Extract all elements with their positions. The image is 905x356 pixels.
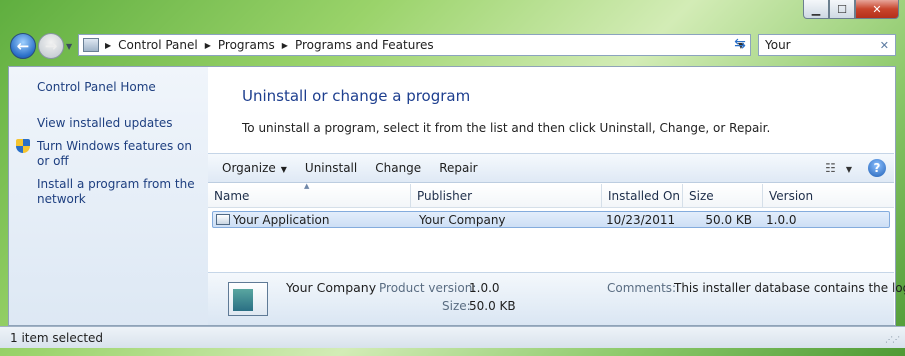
main-pane: Uninstall or change a program To uninsta… xyxy=(208,67,905,325)
column-header-publisher[interactable]: Publisher xyxy=(411,184,602,207)
chevron-down-icon: ▼ xyxy=(845,165,852,174)
clear-search-icon[interactable]: ✕ xyxy=(880,39,889,52)
details-publisher: Your Company xyxy=(286,280,377,295)
cell-version: 1.0.0 xyxy=(766,212,797,227)
page-instructions: To uninstall a program, select it from t… xyxy=(242,121,771,135)
table-row[interactable]: Your Application Your Company 10/23/2011… xyxy=(212,211,890,228)
cell-size: 50.0 KB xyxy=(705,212,752,227)
chevron-right-icon[interactable]: ▶ xyxy=(205,41,211,50)
change-button[interactable]: Change xyxy=(366,161,430,175)
minimize-button[interactable]: ▁ xyxy=(803,0,829,19)
application-icon xyxy=(216,213,230,225)
programs-and-features-window: ▁ ☐ ✕ ← → ▼ ▶ Control Panel ▶ Programs ▶… xyxy=(0,0,905,356)
column-header-installed-on[interactable]: Installed On xyxy=(602,184,683,207)
change-view-button[interactable]: ☷ ▼ xyxy=(825,161,852,175)
uninstall-button[interactable]: Uninstall xyxy=(296,161,366,175)
recent-pages-dropdown-icon[interactable]: ▼ xyxy=(66,42,72,51)
sidebar-item-windows-features[interactable]: Turn Windows features on or off xyxy=(37,139,202,169)
details-view-icon: ☷ xyxy=(825,161,836,175)
column-header-size[interactable]: Size xyxy=(683,184,763,207)
back-button[interactable]: ← xyxy=(10,33,36,59)
help-icon[interactable]: ? xyxy=(868,159,886,177)
search-value[interactable]: Your xyxy=(765,38,791,52)
refresh-icon[interactable]: ⇆ xyxy=(730,36,750,54)
forward-button[interactable]: → xyxy=(38,33,64,59)
forward-arrow-icon: → xyxy=(44,37,58,55)
program-list: ▲ Name Publisher Installed On Size Versio… xyxy=(208,182,894,272)
sidebar-item-control-panel-home[interactable]: Control Panel Home xyxy=(37,80,156,95)
resize-grip-icon[interactable]: ⋰⋰ xyxy=(885,335,900,344)
repair-button[interactable]: Repair xyxy=(430,161,486,175)
close-icon: ✕ xyxy=(872,2,882,16)
comments-label: Comments: xyxy=(607,281,677,295)
status-text: 1 item selected xyxy=(10,330,104,345)
cell-publisher: Your Company xyxy=(419,212,506,227)
navigation-bar: ← → ▼ ▶ Control Panel ▶ Programs ▶ Progr… xyxy=(0,28,905,64)
close-button[interactable]: ✕ xyxy=(855,0,899,19)
size-label: Size: xyxy=(442,299,471,313)
chevron-right-icon[interactable]: ▶ xyxy=(282,41,288,50)
uac-shield-icon xyxy=(16,139,30,153)
minimize-icon: ▁ xyxy=(811,2,821,16)
cell-name: Your Application xyxy=(213,213,412,227)
chevron-down-icon: ▼ xyxy=(280,165,287,174)
address-bar[interactable]: ▶ Control Panel ▶ Programs ▶ Programs an… xyxy=(78,34,751,56)
breadcrumb-control-panel[interactable]: Control Panel xyxy=(118,38,198,52)
size-value: 50.0 KB xyxy=(469,299,516,313)
back-arrow-icon: ← xyxy=(16,37,30,55)
column-header-version[interactable]: Version xyxy=(763,184,894,207)
sort-ascending-icon: ▲ xyxy=(304,182,310,190)
details-pane: Your Company Product version: 1.0.0 Size… xyxy=(208,272,905,325)
sidebar-item-view-installed-updates[interactable]: View installed updates xyxy=(37,116,173,131)
control-panel-icon xyxy=(83,38,99,52)
program-large-icon xyxy=(228,282,268,316)
product-version-label: Product version: xyxy=(379,281,477,295)
chevron-right-icon[interactable]: ▶ xyxy=(105,41,111,50)
comments-value: This installer database contains the log… xyxy=(674,281,905,295)
status-bar: 1 item selected ⋰⋰ xyxy=(0,326,905,348)
maximize-icon: ☐ xyxy=(837,2,847,16)
caption-buttons: ▁ ☐ ✕ xyxy=(803,0,899,20)
page-title: Uninstall or change a program xyxy=(242,87,471,105)
organize-button[interactable]: Organize ▼ xyxy=(208,161,296,175)
command-bar: Organize ▼ Uninstall Change Repair ☷ ▼ ? xyxy=(208,153,894,183)
maximize-button[interactable]: ☐ xyxy=(829,0,855,19)
column-header-name[interactable]: ▲ Name xyxy=(208,182,411,207)
column-headers: ▲ Name Publisher Installed On Size Versio… xyxy=(208,182,894,208)
search-input[interactable]: Your ✕ xyxy=(758,34,896,56)
sidebar: Control Panel Home View installed update… xyxy=(9,67,208,325)
breadcrumb-programs-and-features[interactable]: Programs and Features xyxy=(295,38,434,52)
content-pane: Control Panel Home View installed update… xyxy=(8,66,905,326)
sidebar-item-install-from-network[interactable]: Install a program from the network xyxy=(37,177,197,207)
breadcrumb-programs[interactable]: Programs xyxy=(218,38,275,52)
cell-installed-on: 10/23/2011 xyxy=(606,212,676,227)
product-version-value: 1.0.0 xyxy=(469,281,500,295)
